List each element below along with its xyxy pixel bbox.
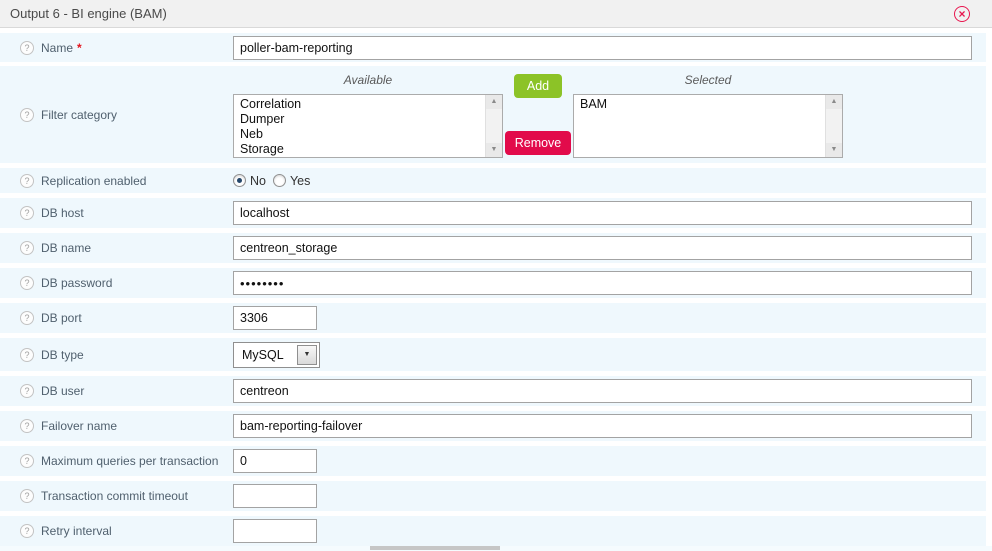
form-row-db-type: ? DB type MySQL ▼: [0, 338, 986, 371]
available-listbox[interactable]: Correlation Dumper Neb Storage ▲ ▼: [233, 94, 503, 158]
help-icon[interactable]: ?: [20, 311, 34, 325]
field-label: DB port: [41, 311, 233, 325]
list-item[interactable]: Storage: [234, 142, 485, 157]
selected-column: Selected BAM ▲ ▼: [573, 71, 843, 158]
required-asterisk: *: [77, 41, 82, 55]
form-row-db-password: ? DB password: [0, 268, 986, 298]
form-row-db-host: ? DB host: [0, 198, 986, 228]
form-row-retry-interval: ? Retry interval: [0, 516, 986, 546]
radio-yes-label[interactable]: Yes: [290, 174, 310, 188]
help-icon[interactable]: ?: [20, 384, 34, 398]
vertical-scrollbar[interactable]: ▲ ▼: [825, 95, 842, 157]
panel-title: Output 6 - BI engine (BAM): [10, 6, 167, 21]
retry-interval-input[interactable]: [233, 519, 317, 543]
form-row-failover-name: ? Failover name: [0, 411, 986, 441]
form-row-filter-category: ? Filter category Available Correlation …: [0, 66, 986, 163]
field-label: Retry interval: [41, 524, 233, 538]
name-input[interactable]: [233, 36, 972, 60]
available-column: Available Correlation Dumper Neb Storage…: [233, 71, 503, 158]
help-icon[interactable]: ?: [20, 276, 34, 290]
db-type-select[interactable]: MySQL ▼: [233, 342, 320, 368]
available-title: Available: [233, 71, 503, 89]
add-button[interactable]: Add: [514, 74, 562, 98]
db-port-input[interactable]: [233, 306, 317, 330]
radio-no[interactable]: [233, 174, 246, 187]
radio-no-label[interactable]: No: [250, 174, 266, 188]
db-type-value: MySQL: [234, 348, 295, 362]
field-label: DB name: [41, 241, 233, 255]
failover-name-input[interactable]: [233, 414, 972, 438]
db-user-input[interactable]: [233, 379, 972, 403]
horizontal-scrollbar[interactable]: [0, 546, 992, 551]
help-icon[interactable]: ?: [20, 241, 34, 255]
transaction-commit-timeout-input[interactable]: [233, 484, 317, 508]
field-label: Maximum queries per transaction: [41, 454, 233, 468]
name-label: Name: [41, 41, 73, 55]
list-item[interactable]: Neb: [234, 127, 485, 142]
field-label: DB user: [41, 384, 233, 398]
radio-yes[interactable]: [273, 174, 286, 187]
panel-header: Output 6 - BI engine (BAM) ×: [0, 0, 992, 28]
db-name-input[interactable]: [233, 236, 972, 260]
form-row-replication-enabled: ? Replication enabled No Yes: [0, 168, 986, 193]
horizontal-scrollbar-thumb[interactable]: [370, 546, 500, 550]
field-label: Failover name: [41, 419, 233, 433]
help-icon[interactable]: ?: [20, 206, 34, 220]
help-icon[interactable]: ?: [20, 174, 34, 188]
chevron-down-icon[interactable]: ▼: [297, 345, 317, 365]
scroll-down-icon[interactable]: ▼: [826, 143, 842, 157]
form-row-transaction-commit-timeout: ? Transaction commit timeout: [0, 481, 986, 511]
list-item[interactable]: Dumper: [234, 112, 485, 127]
field-label: Filter category: [41, 108, 233, 122]
scroll-up-icon[interactable]: ▲: [486, 95, 502, 109]
form-row-db-port: ? DB port: [0, 303, 986, 333]
help-icon[interactable]: ?: [20, 348, 34, 362]
field-label: Transaction commit timeout: [41, 489, 233, 503]
help-icon[interactable]: ?: [20, 108, 34, 122]
form-row-db-user: ? DB user: [0, 376, 986, 406]
remove-button[interactable]: Remove: [505, 131, 572, 155]
db-host-input[interactable]: [233, 201, 972, 225]
help-icon[interactable]: ?: [20, 489, 34, 503]
list-item[interactable]: Correlation: [234, 97, 485, 112]
help-icon[interactable]: ?: [20, 454, 34, 468]
vertical-scrollbar[interactable]: ▲ ▼: [485, 95, 502, 157]
form-row-max-queries: ? Maximum queries per transaction: [0, 446, 986, 476]
form-row-name: ? Name *: [0, 33, 986, 62]
list-item[interactable]: BAM: [574, 97, 825, 112]
scroll-down-icon[interactable]: ▼: [486, 143, 502, 157]
help-icon[interactable]: ?: [20, 419, 34, 433]
field-label: DB password: [41, 276, 233, 290]
db-password-input[interactable]: [233, 271, 972, 295]
scroll-up-icon[interactable]: ▲: [826, 95, 842, 109]
transfer-buttons: Add Remove: [503, 71, 573, 155]
close-icon[interactable]: ×: [954, 6, 970, 22]
max-queries-input[interactable]: [233, 449, 317, 473]
help-icon[interactable]: ?: [20, 524, 34, 538]
field-label: DB host: [41, 206, 233, 220]
field-label: DB type: [41, 348, 233, 362]
help-icon[interactable]: ?: [20, 41, 34, 55]
selected-listbox[interactable]: BAM ▲ ▼: [573, 94, 843, 158]
form-row-db-name: ? DB name: [0, 233, 986, 263]
field-label: Replication enabled: [41, 174, 233, 188]
field-label: Name *: [41, 41, 233, 55]
selected-title: Selected: [573, 71, 843, 89]
